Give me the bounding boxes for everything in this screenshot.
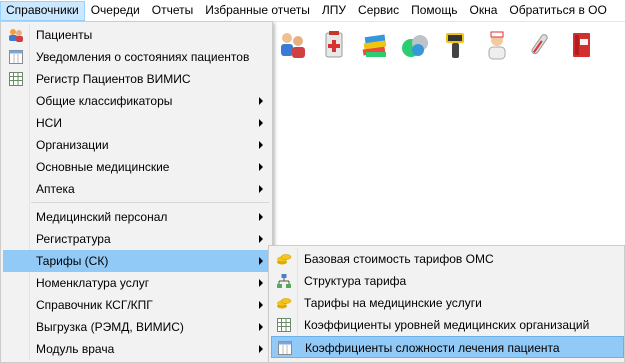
barcode-scanner-icon[interactable] (440, 30, 470, 60)
submenu-item-koef-urovney[interactable]: Коэффициенты уровней медицинских организ… (271, 314, 624, 336)
menu-item-registr-vimis[interactable]: Регистр Пациентов ВИМИС (3, 68, 271, 90)
submenu-arrow-icon (259, 235, 263, 243)
book-red-icon[interactable] (566, 30, 596, 60)
menu-item-label: Номенклатура услуг (36, 276, 150, 290)
submenu-arrow-icon (259, 301, 263, 309)
menu-item-label: Уведомления о состояниях пациентов (36, 50, 250, 64)
nurse-icon[interactable] (482, 30, 512, 60)
submenu-item-bazovaya-stoimost[interactable]: Базовая стоимость тарифов ОМС (271, 248, 624, 270)
submenu-arrow-icon (259, 119, 263, 127)
submenu-arrow-icon (259, 185, 263, 193)
calendar-icon (278, 341, 292, 355)
menu-item-label: Основные медицинские (36, 160, 170, 174)
menu-okna[interactable]: Окна (463, 1, 503, 21)
calendar-icon (9, 50, 23, 64)
submenu-tarify: Базовая стоимость тарифов ОМС Структура … (268, 245, 625, 363)
structure-icon (277, 274, 291, 288)
submenu-arrow-icon (259, 345, 263, 353)
submenu-arrow-icon (259, 163, 263, 171)
menu-item-obschie-klassifikatory[interactable]: Общие классификаторы (3, 90, 271, 112)
submenu-arrow-icon (259, 141, 263, 149)
menu-item-osnovnye-medicinskie[interactable]: Основные медицинские (3, 156, 271, 178)
patients-toolbar-icon[interactable] (278, 30, 308, 60)
menu-item-label: Выгрузка (РЭМД, ВИМИС) (36, 320, 184, 334)
submenu-arrow-icon (259, 323, 263, 331)
submenu-item-tarify-uslugi[interactable]: Тарифы на медицинские услуги (271, 292, 624, 314)
submenu-arrow-icon (259, 97, 263, 105)
pills-icon[interactable] (400, 30, 430, 60)
menu-servis[interactable]: Сервис (352, 1, 405, 21)
submenu-item-label: Тарифы на медицинские услуги (304, 296, 482, 310)
menu-item-label: Общие классификаторы (36, 94, 173, 108)
menu-separator (31, 202, 269, 203)
menu-item-label: Модуль врача (36, 342, 115, 356)
dropdown-spravochniki: Пациенты Уведомления о состояниях пациен… (0, 21, 273, 363)
menu-item-apteka[interactable]: Аптека (3, 178, 271, 200)
submenu-item-label: Коэффициенты уровней медицинских организ… (304, 318, 590, 332)
submenu-arrow-icon (259, 257, 263, 265)
submenu-arrow-icon (259, 213, 263, 221)
menu-item-medicinskiy-personal[interactable]: Медицинский персонал (3, 206, 271, 228)
menu-item-registratura[interactable]: Регистратура (3, 228, 271, 250)
submenu-item-label: Коэффициенты сложности лечения пациента (305, 341, 560, 355)
menu-item-label: Медицинский персонал (36, 210, 168, 224)
table-icon (9, 72, 23, 86)
menu-lpu[interactable]: ЛПУ (316, 1, 352, 21)
submenu-arrow-icon (259, 279, 263, 287)
coins-icon (277, 254, 292, 265)
menu-item-nsi[interactable]: НСИ (3, 112, 271, 134)
menu-item-label: Организации (36, 138, 109, 152)
menu-ocheredi[interactable]: Очереди (85, 1, 146, 21)
thermometer-icon[interactable] (524, 30, 554, 60)
menu-pomosch[interactable]: Помощь (405, 1, 463, 21)
patients-icon (9, 29, 23, 42)
menu-spravochniki[interactable]: Справочники (0, 0, 85, 21)
menu-item-label: Пациенты (36, 28, 93, 42)
submenu-item-koef-slozhnosti[interactable]: Коэффициенты сложности лечения пациента (271, 336, 624, 358)
coins-icon (277, 298, 292, 309)
menu-item-spravochnik-ksg[interactable]: Справочник КСГ/КПГ (3, 294, 271, 316)
menu-otchety[interactable]: Отчеты (146, 1, 199, 21)
menu-item-label: Тарифы (СК) (36, 254, 109, 268)
medical-kit-icon[interactable] (320, 30, 350, 60)
table-icon (277, 318, 291, 332)
menu-item-label: Справочник КСГ/КПГ (36, 298, 153, 312)
menu-item-vygruzka[interactable]: Выгрузка (РЭМД, ВИМИС) (3, 316, 271, 338)
menu-item-label: НСИ (36, 116, 62, 130)
books-icon[interactable] (360, 30, 390, 60)
menu-izbrannye-otchety[interactable]: Избранные отчеты (199, 1, 316, 21)
menu-item-uvedomleniya[interactable]: Уведомления о состояниях пациентов (3, 46, 271, 68)
menu-obratitsya[interactable]: Обратиться в ОО (503, 1, 612, 21)
menu-item-modul-vracha[interactable]: Модуль врача (3, 338, 271, 360)
menu-item-organizacii[interactable]: Организации (3, 134, 271, 156)
menu-item-label: Аптека (36, 182, 75, 196)
menu-item-tarify[interactable]: Тарифы (СК) (3, 250, 271, 272)
menu-item-pacienty[interactable]: Пациенты (3, 24, 271, 46)
submenu-item-label: Базовая стоимость тарифов ОМС (304, 252, 494, 266)
menu-bar: Справочники Очереди Отчеты Избранные отч… (0, 0, 625, 22)
menu-item-nomenklatura-uslug[interactable]: Номенклатура услуг (3, 272, 271, 294)
submenu-item-label: Структура тарифа (304, 274, 407, 288)
menu-item-label: Регистратура (36, 232, 111, 246)
submenu-item-struktura-tarifa[interactable]: Структура тарифа (271, 270, 624, 292)
menu-item-label: Регистр Пациентов ВИМИС (36, 72, 191, 86)
